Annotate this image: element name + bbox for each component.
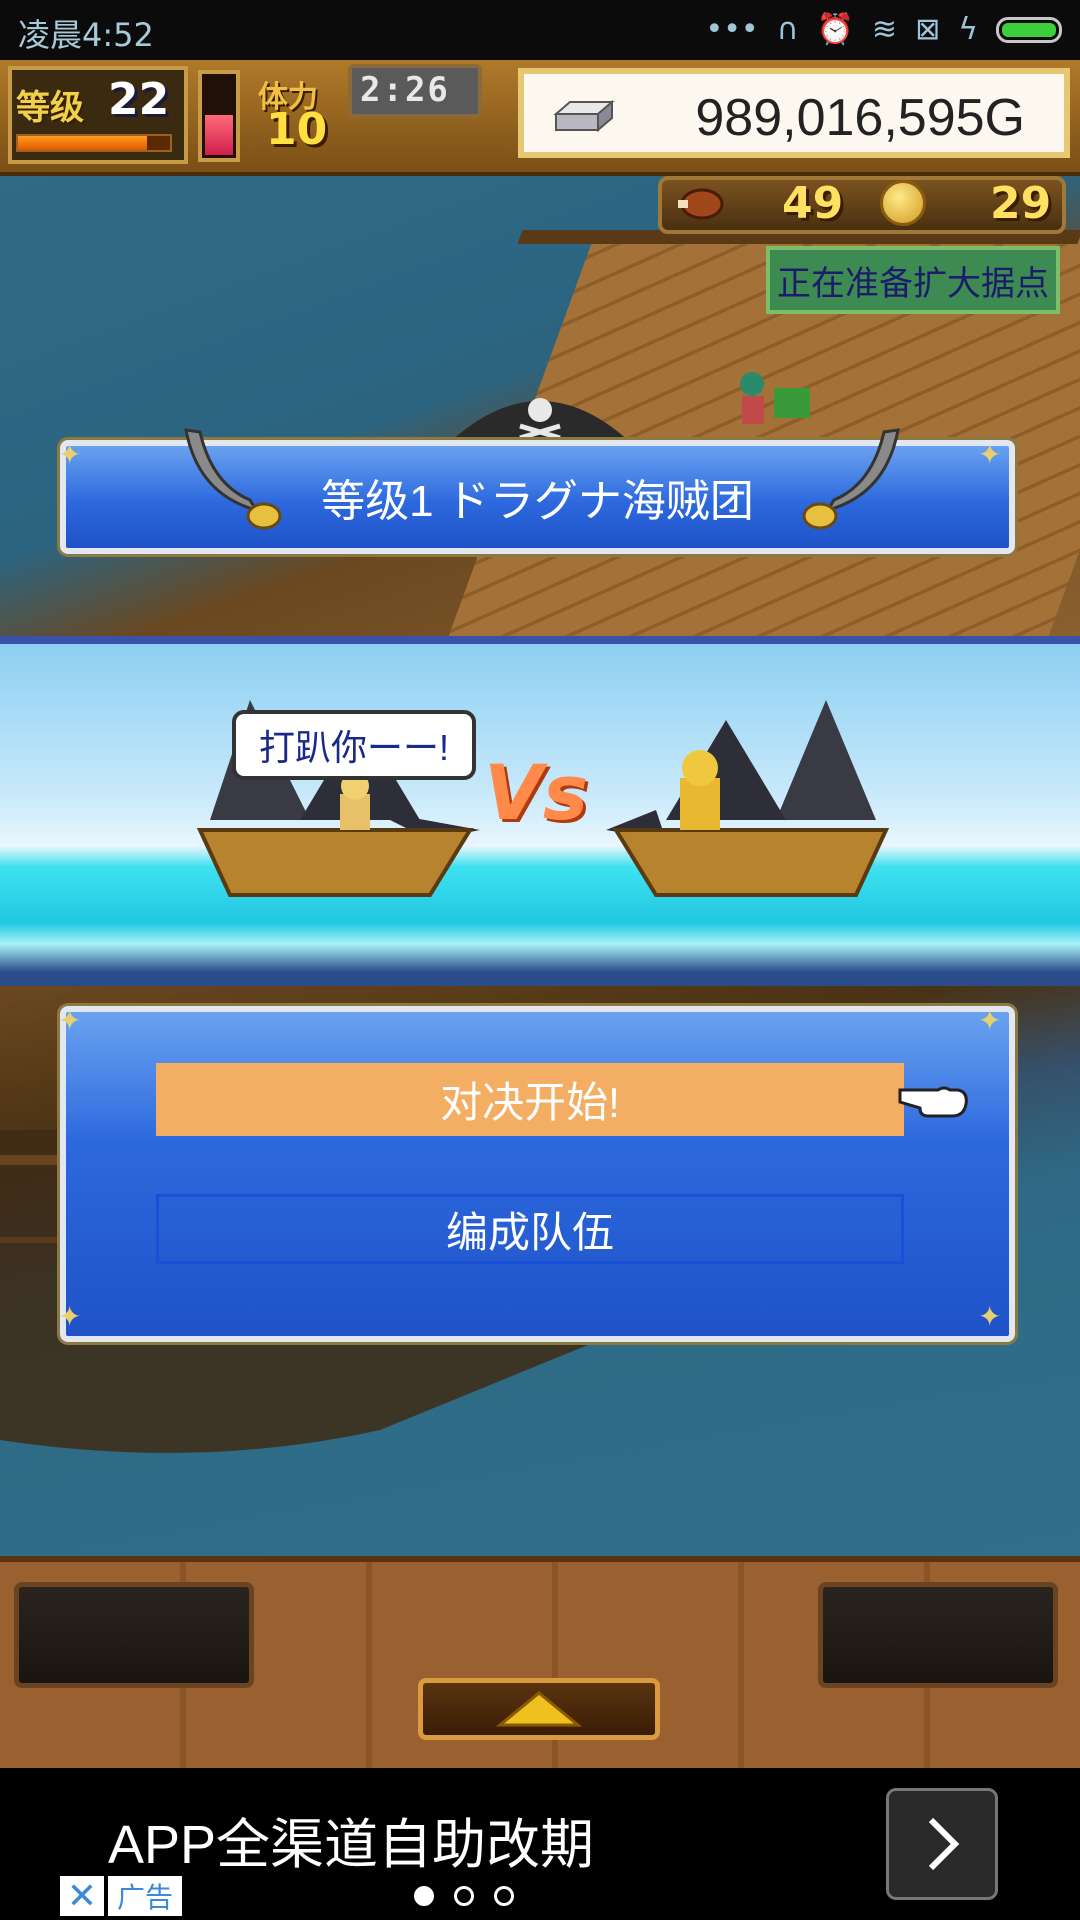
ad-page-dot[interactable] (494, 1886, 514, 1906)
banner-corner-ornament: ✦ (978, 438, 1002, 471)
more-dots-icon: ••• (705, 12, 759, 47)
chevron-right-icon (928, 1817, 960, 1871)
level-progress-fill (18, 136, 148, 150)
start-battle-button[interactable]: 对决开始! (156, 1063, 904, 1136)
gold-amount: 989,016,595G (695, 89, 1025, 147)
ad-page-dot[interactable] (454, 1886, 474, 1906)
dialog-corner-ornament: ✦ (58, 1300, 82, 1333)
speech-bubble: 打趴你ーー! (232, 710, 476, 780)
alarm-icon: ⏰ (816, 12, 854, 47)
wifi-icon: ≋ (871, 12, 898, 47)
expand-menu-button[interactable] (418, 1678, 660, 1740)
charging-icon: ϟ (958, 12, 978, 47)
level-value: 22 (108, 74, 170, 125)
silver-bar-icon (553, 99, 615, 133)
coin-count: 29 (990, 178, 1052, 229)
right-menu-slot[interactable] (818, 1582, 1058, 1688)
roast-meat-icon (678, 188, 724, 220)
stamina-gauge (198, 70, 240, 162)
ad-close-button[interactable]: ✕ (60, 1876, 104, 1917)
status-bar: 凌晨4:52 ••• ∩ ⏰ ≋ ⊠ ϟ (0, 0, 1080, 60)
coin-icon (880, 180, 926, 226)
left-menu-slot[interactable] (14, 1582, 254, 1688)
banner-corner-ornament: ✦ (58, 438, 82, 471)
stamina-timer: 2:26 (360, 70, 450, 110)
stamina-value: 10 (266, 104, 328, 155)
sim-off-icon: ⊠ (915, 12, 941, 47)
battery-icon (996, 16, 1062, 43)
status-time: 凌晨4:52 (18, 16, 154, 54)
ad-open-button[interactable] (886, 1788, 998, 1900)
food-count: 49 (782, 178, 844, 229)
level-title-text: 等级1 ドラグナ海贼团 (321, 477, 754, 526)
dialog-corner-ornament: ✦ (978, 1004, 1002, 1037)
pointing-hand-icon (898, 1086, 968, 1118)
versus-label: Vs (484, 748, 589, 837)
ad-page-dot[interactable] (414, 1886, 434, 1906)
enemy-ship (606, 700, 890, 897)
level-progress-bar (16, 134, 172, 152)
stamina-gauge-fill (205, 114, 233, 155)
dialog-corner-ornament: ✦ (58, 1004, 82, 1037)
ad-page-indicator (414, 1886, 514, 1906)
ad-text[interactable]: APP全渠道自助改期 (108, 1800, 594, 1879)
level-label: 等级 (16, 88, 84, 128)
up-arrow-icon (495, 1691, 583, 1727)
ad-tag: 广告 (108, 1876, 182, 1916)
pirate-hat-icon (450, 398, 630, 442)
dialog-corner-ornament: ✦ (978, 1300, 1002, 1333)
battle-menu-dialog (60, 1006, 1015, 1342)
team-formation-button[interactable]: 编成队伍 (156, 1194, 904, 1264)
expand-base-notice[interactable]: 正在准备扩大据点 (766, 246, 1060, 314)
headset-icon: ∩ (776, 12, 799, 47)
